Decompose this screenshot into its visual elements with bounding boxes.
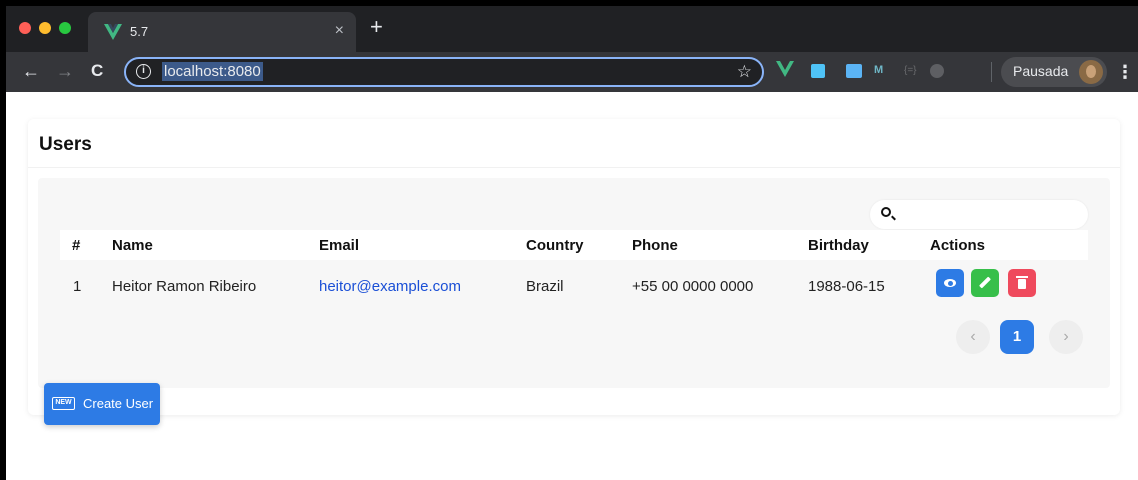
tab-title: 5.7 (130, 24, 149, 39)
column-header-actions: Actions (930, 237, 986, 254)
close-tab-icon[interactable]: × (335, 21, 344, 41)
column-header-email: Email (319, 237, 360, 254)
search-input[interactable] (900, 204, 1080, 224)
page-title: Users (39, 134, 92, 155)
search-box[interactable] (870, 200, 1088, 229)
cell-name: Heitor Ramon Ribeiro (112, 278, 257, 295)
users-card: Users # Name Email Country Phone Birthda… (28, 119, 1120, 415)
new-badge-icon: NEW (52, 397, 75, 410)
cell-birthday: 1988-06-15 (808, 278, 885, 295)
toolbar-divider (991, 62, 992, 82)
site-info-icon[interactable]: i (136, 64, 151, 79)
cell-country: Brazil (526, 278, 564, 295)
gear-extension-icon[interactable] (930, 64, 944, 78)
browser-tab[interactable]: 5.7 × (88, 12, 356, 52)
extension-icon[interactable] (846, 64, 862, 78)
pagination-next-button[interactable]: › (1049, 320, 1083, 354)
page-content: Users # Name Email Country Phone Birthda… (6, 92, 1138, 480)
profile-button[interactable]: Pausada (1001, 57, 1107, 87)
edit-button[interactable] (971, 269, 999, 297)
new-tab-button[interactable]: + (370, 16, 383, 38)
forward-button[interactable]: → (56, 60, 74, 82)
cell-phone: +55 00 0000 0000 (632, 278, 754, 295)
url-text[interactable]: localhost:8080 (162, 62, 263, 81)
bookmark-star-icon[interactable]: ☆ (737, 62, 752, 82)
vue-logo-icon (104, 24, 122, 40)
trash-icon (1016, 276, 1028, 289)
column-header-name: Name (112, 237, 153, 254)
pagination-prev-button[interactable]: ‹ (956, 320, 990, 354)
view-button[interactable] (936, 269, 964, 297)
minimize-window-button[interactable] (39, 22, 51, 34)
maximize-window-button[interactable] (59, 22, 71, 34)
pencil-icon (978, 276, 992, 289)
reload-button[interactable]: C (91, 60, 103, 82)
column-header-id: # (72, 237, 81, 254)
browser-menu-icon[interactable]: ⋮ (1116, 61, 1134, 83)
tab-strip: 5.7 × + (6, 6, 1138, 52)
vue-devtools-icon[interactable] (776, 61, 794, 77)
cell-id: 1 (73, 278, 82, 295)
eye-icon (944, 279, 956, 287)
profile-name: Pausada (1013, 63, 1069, 79)
column-header-birthday: Birthday (808, 237, 869, 254)
address-bar[interactable]: i localhost:8080 ☆ (124, 57, 764, 87)
browser-toolbar: ← → C i localhost:8080 ☆ M {=} Pausada ⋮ (6, 52, 1138, 92)
search-icon (881, 207, 891, 217)
create-user-label: Create User (83, 396, 154, 411)
cell-email-link[interactable]: heitor@example.com (319, 278, 461, 295)
extension-icon[interactable]: {=} (904, 65, 917, 76)
delete-button[interactable] (1008, 269, 1036, 297)
users-table: # Name Email Country Phone Birthday Acti… (38, 178, 1110, 388)
table-header: # Name Email Country Phone Birthday Acti… (60, 230, 1088, 260)
pagination-page-1[interactable]: 1 (1000, 320, 1034, 354)
column-header-phone: Phone (632, 237, 678, 254)
back-button[interactable]: ← (22, 60, 40, 82)
avatar (1079, 60, 1103, 84)
close-window-button[interactable] (19, 22, 31, 34)
extension-icon[interactable]: M (874, 64, 883, 76)
divider (28, 167, 1120, 168)
create-user-button[interactable]: NEW Create User (44, 383, 160, 425)
column-header-country: Country (526, 237, 584, 254)
browser-window: 5.7 × + ← → C i localhost:8080 ☆ M {=} P… (6, 6, 1138, 480)
extension-icon[interactable] (811, 64, 825, 78)
